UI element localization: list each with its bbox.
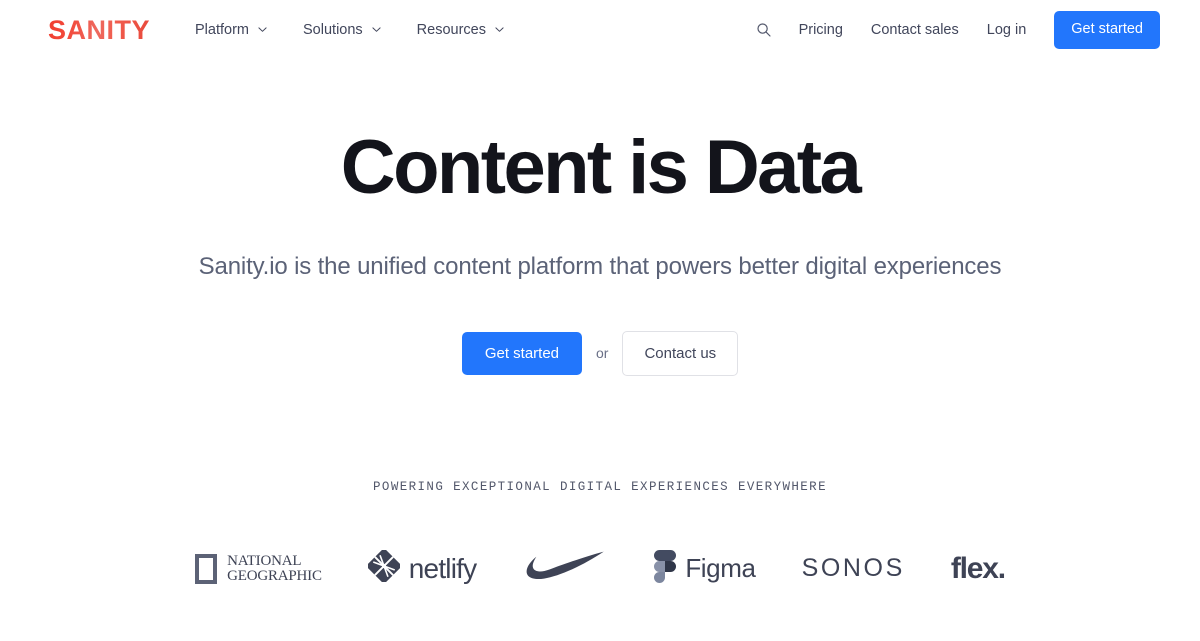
nike-swoosh-icon (522, 550, 608, 587)
flex-wordmark: flex. (950, 551, 1006, 585)
natgeo-line-1: NATIONAL (227, 553, 302, 570)
nav-link-contact-sales[interactable]: Contact sales (857, 14, 973, 46)
chevron-down-icon (372, 25, 381, 34)
natgeo-line-2: GEOGRAPHIC (227, 567, 322, 584)
logo-sonos: SONOS (802, 554, 905, 583)
national-geographic-wordmark: NATIONAL GEOGRAPHIC (227, 554, 322, 583)
search-icon[interactable] (749, 15, 779, 45)
hero-cta-group: Get started or Contact us (0, 330, 1200, 376)
figma-mark-icon (654, 549, 677, 588)
netlify-wordmark: netlify (408, 552, 477, 584)
header-get-started-button[interactable]: Get started (1054, 11, 1160, 49)
social-proof-section: POWERING EXCEPTIONAL DIGITAL EXPERIENCES… (0, 480, 1200, 592)
page-title: Content is Data (340, 125, 862, 210)
logo-flex: flex. (950, 551, 1006, 586)
secondary-navigation: Pricing Contact sales Log in Get started (749, 11, 1160, 49)
nav-link-pricing[interactable]: Pricing (785, 14, 857, 46)
primary-navigation: Platform Solutions Resources (177, 14, 522, 46)
cta-conjunction: or (596, 345, 609, 362)
hero-section: Content is Data Sanity.io is the unified… (0, 60, 1200, 592)
social-proof-eyebrow: POWERING EXCEPTIONAL DIGITAL EXPERIENCES… (373, 479, 827, 494)
netlify-mark-icon (365, 548, 402, 587)
nav-item-solutions[interactable]: Solutions (285, 14, 399, 46)
sanity-logo[interactable]: SANITY (48, 16, 150, 44)
logo-netlify: netlify (365, 548, 477, 587)
sonos-wordmark: SONOS (801, 554, 905, 583)
nav-link-log-in[interactable]: Log in (973, 14, 1041, 46)
hero-subtitle: Sanity.io is the unified content platfor… (198, 252, 1002, 280)
chevron-down-icon (258, 25, 267, 34)
hero-get-started-button[interactable]: Get started (461, 331, 583, 375)
chevron-down-icon (495, 25, 504, 34)
site-header: SANITY Platform Solutions Resources Pric… (0, 0, 1200, 60)
hero-contact-us-button[interactable]: Contact us (622, 330, 739, 376)
nav-item-label: Platform (195, 22, 250, 38)
national-geographic-frame-icon (195, 553, 218, 584)
nav-item-label: Solutions (303, 22, 363, 38)
figma-wordmark: Figma (685, 553, 756, 584)
logo-national-geographic: NATIONAL GEOGRAPHIC (195, 553, 322, 584)
logo-nike (522, 550, 608, 587)
nav-item-resources[interactable]: Resources (399, 14, 522, 46)
nav-item-label: Resources (416, 22, 486, 38)
customer-logo-strip: NATIONAL GEOGRAPHIC netlify Figma SONOS … (0, 546, 1200, 592)
nav-item-platform[interactable]: Platform (177, 14, 285, 46)
logo-figma: Figma (654, 549, 756, 588)
